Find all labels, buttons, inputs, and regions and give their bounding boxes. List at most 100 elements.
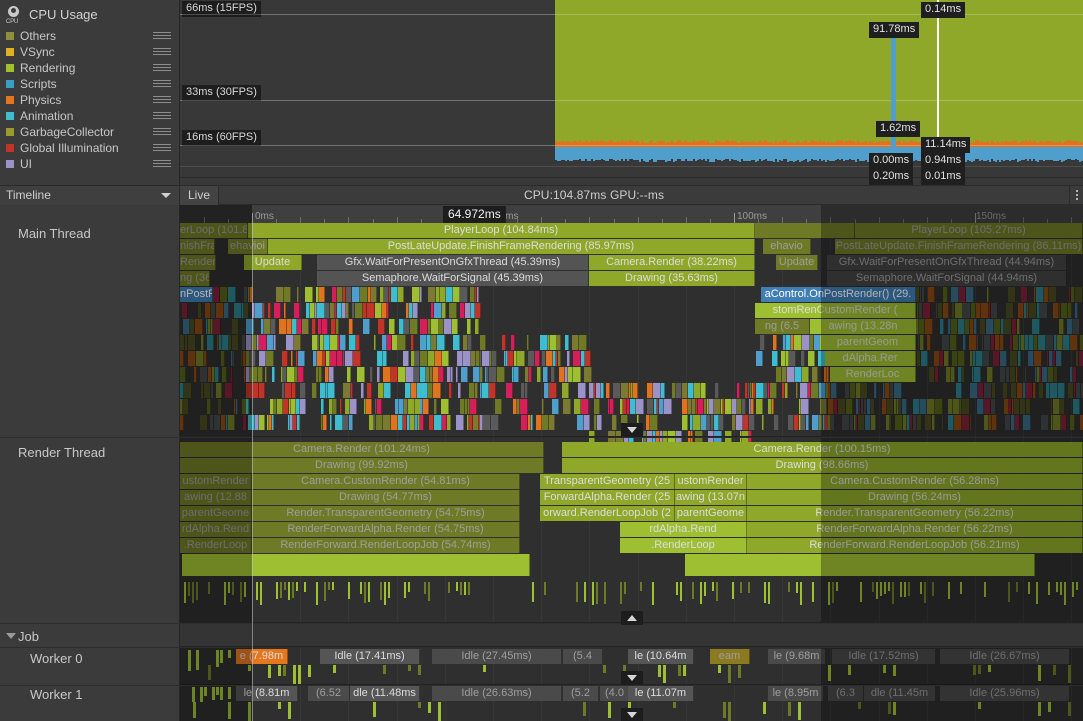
timeline-sample-render-thread[interactable]: Render.TransparentGeometry (54.75ms): [252, 506, 520, 521]
timeline-sample-render-thread[interactable]: [224, 582, 226, 605]
timeline-sample-worker-0[interactable]: [308, 665, 311, 677]
timeline-sample[interactable]: [349, 415, 353, 430]
timeline-sample[interactable]: [1010, 351, 1018, 366]
timeline-sample[interactable]: [890, 415, 892, 430]
timeline-sample[interactable]: [434, 399, 437, 414]
timeline-sample[interactable]: [650, 415, 658, 430]
timeline-sample[interactable]: [312, 319, 316, 334]
timeline-sample-worker-1[interactable]: [220, 687, 223, 700]
timeline-sample[interactable]: [483, 415, 491, 430]
timeline-sample-render-thread[interactable]: [364, 582, 366, 603]
timeline-sample-render-thread[interactable]: [888, 582, 890, 591]
timeline-sample[interactable]: [511, 335, 515, 350]
timeline-sample[interactable]: [819, 383, 826, 398]
timeline-sample-worker-0[interactable]: [1053, 665, 1056, 675]
timeline-sample[interactable]: [279, 319, 287, 334]
timeline-sample[interactable]: [991, 399, 996, 414]
timeline-sample[interactable]: [558, 351, 561, 366]
timeline-sample[interactable]: [180, 415, 184, 430]
timeline-sample[interactable]: [537, 367, 541, 382]
timeline-sample[interactable]: [959, 287, 966, 302]
timeline-sample-main-thread[interactable]: PlayerLoop (105.27ms): [855, 223, 1083, 238]
timeline-sample-render-thread[interactable]: [948, 582, 950, 599]
timeline-sample[interactable]: [439, 367, 444, 382]
timeline-sample[interactable]: [800, 383, 808, 398]
timeline-sample-render-thread[interactable]: RenderForward.RenderLoopJob (56.21ms): [747, 538, 1083, 553]
timeline-sample-render-thread[interactable]: [280, 582, 282, 598]
timeline-sample-main-thread[interactable]: ehavio: [763, 239, 811, 254]
timeline-sample-render-thread[interactable]: [284, 582, 286, 590]
timeline-sample-worker-1[interactable]: [583, 702, 586, 716]
timeline-sample[interactable]: [356, 335, 360, 350]
timeline-sample[interactable]: [1026, 399, 1031, 414]
timeline-sample[interactable]: [1000, 351, 1007, 366]
timeline-sample[interactable]: [453, 335, 460, 350]
timeline-sample[interactable]: [574, 399, 581, 414]
timeline-sample[interactable]: [756, 351, 763, 366]
legend-item-global-illumination[interactable]: Global Illumination: [0, 140, 179, 156]
timeline-sample[interactable]: [361, 383, 364, 398]
timeline-sample-worker-1[interactable]: [858, 702, 861, 709]
timeline-sample[interactable]: [1056, 351, 1062, 366]
timeline-sample[interactable]: [954, 415, 962, 430]
timeline-sample[interactable]: [1016, 367, 1018, 382]
timeline-sample-worker-1[interactable]: (5.2: [563, 686, 599, 701]
timeline-sample[interactable]: [1059, 319, 1064, 334]
timeline-sample-worker-1[interactable]: [216, 687, 219, 695]
timeline-sample[interactable]: [218, 399, 222, 414]
timeline-sample[interactable]: [383, 415, 391, 430]
timeline-sample[interactable]: [925, 319, 933, 334]
timeline-sample-worker-0[interactable]: [483, 665, 486, 672]
timeline-sample-worker-0[interactable]: [283, 665, 286, 676]
timeline-sample[interactable]: [420, 351, 428, 366]
timeline-sample[interactable]: [1073, 399, 1080, 414]
timeline-sample-render-thread[interactable]: [924, 582, 926, 603]
timeline-sample[interactable]: [770, 383, 777, 398]
timeline-sample-render-thread[interactable]: [404, 582, 406, 598]
timeline-sample[interactable]: [551, 367, 555, 382]
timeline-sample[interactable]: [491, 415, 499, 430]
timeline-sample[interactable]: [333, 399, 337, 414]
timeline-sample[interactable]: [420, 383, 428, 398]
timeline-sample-render-thread[interactable]: [900, 582, 902, 597]
timeline-sample-render-thread[interactable]: orward.RenderLoopJob (2: [540, 506, 675, 521]
timeline-sample[interactable]: [585, 351, 591, 366]
timeline-sample[interactable]: [360, 287, 368, 302]
timeline-sample-worker-0[interactable]: [333, 665, 336, 673]
timeline-sample-render-thread[interactable]: [240, 582, 242, 602]
timeline-sample[interactable]: [974, 319, 977, 334]
timeline-sample-render-thread[interactable]: [764, 582, 766, 603]
timeline-sample-render-thread[interactable]: [288, 582, 290, 600]
timeline-sample-worker-1[interactable]: [438, 702, 441, 721]
timeline-sample[interactable]: [749, 415, 755, 430]
timeline-sample[interactable]: [795, 367, 802, 382]
thread-label-render[interactable]: Render Thread: [18, 445, 105, 460]
timeline-sample[interactable]: [420, 287, 422, 302]
timeline-sample[interactable]: [517, 351, 525, 366]
timeline-sample[interactable]: [725, 399, 732, 414]
view-mode-dropdown[interactable]: Timeline: [0, 186, 180, 205]
timeline-sample[interactable]: [693, 415, 701, 430]
timeline-sample-render-thread[interactable]: [316, 582, 318, 605]
timeline-sample[interactable]: [431, 319, 439, 334]
timeline-sample[interactable]: [340, 399, 342, 414]
timeline-sample[interactable]: [943, 303, 949, 318]
timeline-sample[interactable]: [928, 287, 935, 302]
timeline-sample[interactable]: [584, 415, 590, 430]
timeline-sample-render-thread[interactable]: [748, 582, 750, 593]
timeline-sample-render-thread[interactable]: [428, 582, 430, 601]
timeline-sample-main-thread[interactable]: PostLateUpdate.FinishFrameRendering (86.…: [835, 239, 1083, 254]
timeline-sample[interactable]: [1068, 303, 1072, 318]
timeline-sample[interactable]: [550, 335, 557, 350]
timeline-sample[interactable]: [762, 415, 764, 430]
timeline-sample[interactable]: [198, 303, 202, 318]
timeline-sample[interactable]: [528, 351, 535, 366]
timeline-sample[interactable]: [895, 415, 903, 430]
timeline-sample-render-thread[interactable]: [584, 582, 586, 602]
timeline-sample-render-thread[interactable]: Camera.CustomRender (56.28ms): [747, 474, 1083, 489]
timeline-sample-worker-1[interactable]: (6.3: [828, 686, 864, 701]
timeline-sample-worker-0[interactable]: [848, 665, 851, 675]
timeline-sample-render-thread[interactable]: [304, 582, 306, 592]
timeline-sample-worker-0[interactable]: Idle (26.67ms): [940, 649, 1070, 664]
timeline-sample-worker-1[interactable]: [1038, 702, 1041, 716]
